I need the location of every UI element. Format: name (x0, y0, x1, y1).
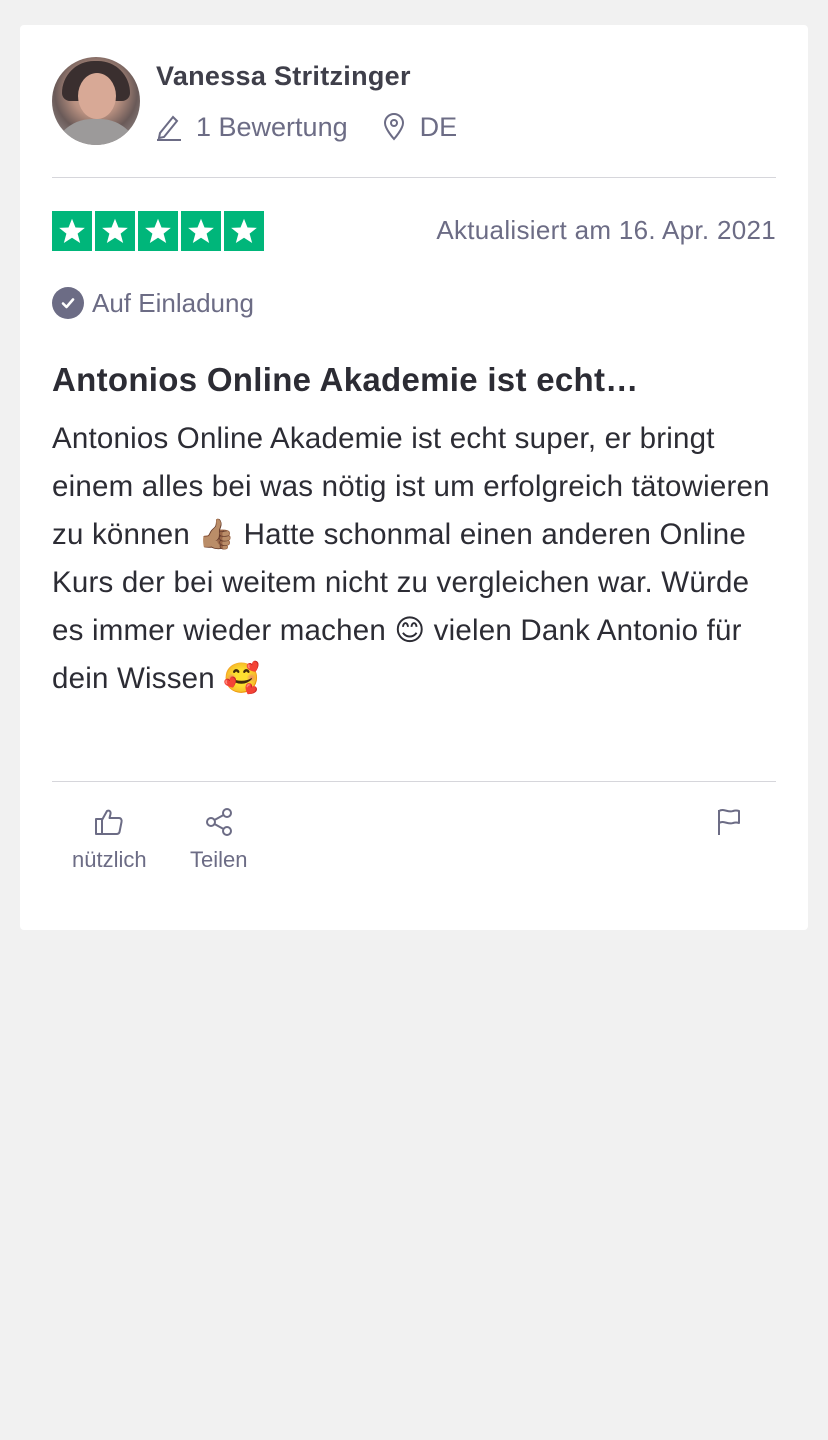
star-rating (52, 211, 264, 251)
review-count-label: 1 Bewertung (196, 111, 348, 142)
flag-icon (718, 809, 740, 835)
useful-label: nützlich (72, 847, 147, 872)
review-card: Vanessa Stritzinger 1 Bewertung DE Aktua… (20, 25, 808, 930)
star-icon (95, 211, 135, 251)
star-icon (181, 211, 221, 251)
location-pin-icon (383, 113, 404, 141)
share-icon (205, 808, 232, 836)
share-label: Teilen (190, 847, 248, 872)
reviewer-country: DE (382, 111, 458, 143)
useful-button[interactable]: nützlich (72, 807, 147, 873)
reviewer-meta: 1 Bewertung DE (156, 109, 491, 145)
review-count: 1 Bewertung (156, 112, 348, 143)
share-button[interactable]: Teilen (190, 807, 247, 873)
star-icon (52, 211, 92, 251)
invite-label: Auf Einladung (92, 287, 254, 318)
pencil-icon (157, 115, 181, 141)
actions-divider (52, 781, 776, 782)
avatar[interactable] (52, 57, 140, 145)
star-icon (224, 211, 264, 251)
header-divider (52, 177, 776, 178)
report-button[interactable] (716, 807, 742, 837)
check-circle-icon (52, 287, 84, 319)
review-title[interactable]: Antonios Online Akademie ist echt… (52, 361, 639, 399)
star-icon (138, 211, 178, 251)
invite-badge[interactable]: Auf Einladung (52, 287, 254, 319)
review-date: Aktualisiert am 16. Apr. 2021 (436, 215, 776, 245)
review-body: Antonios Online Akademie ist echt super,… (52, 422, 770, 695)
reviewer-name[interactable]: Vanessa Stritzinger (156, 61, 411, 92)
thumbs-up-icon (95, 809, 123, 835)
country-label: DE (419, 111, 458, 142)
